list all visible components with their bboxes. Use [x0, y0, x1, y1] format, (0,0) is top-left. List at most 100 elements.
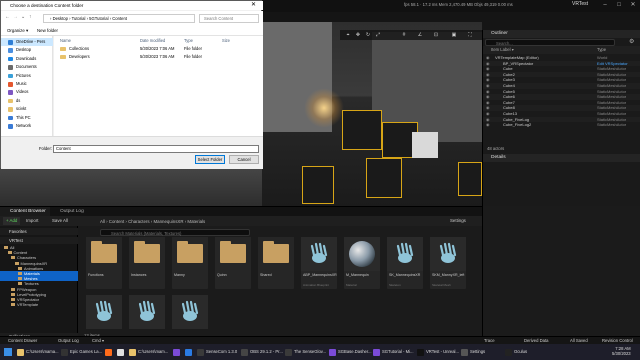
path-breadcrumb[interactable]: › Desktop › Tutorial › 5GTutorial › Cont…: [43, 14, 195, 23]
asset-tile[interactable]: SKM_MannyXR_left Skeletal Mesh: [430, 237, 466, 289]
dialog-close-icon[interactable]: ✕: [251, 1, 256, 8]
project-section[interactable]: VRTest: [0, 237, 78, 244]
taskbar-app[interactable]: Settings: [460, 346, 485, 358]
clock[interactable]: 7:28 AM 5/30/2023: [612, 346, 631, 356]
nav-item[interactable]: OneDrive - Pers: [1, 38, 53, 47]
breadcrumb-item[interactable]: 5GTutorial: [89, 16, 108, 21]
nav-item[interactable]: Pictures: [1, 72, 53, 80]
file-row[interactable]: Collections 5/30/2023 7:06 AM File folder: [54, 45, 263, 53]
select-folder-button[interactable]: Select Folder: [195, 155, 225, 164]
cb-settings-button[interactable]: Settings: [450, 217, 466, 225]
nav-item[interactable]: scivkt: [1, 105, 53, 113]
col-name[interactable]: Name: [60, 38, 71, 43]
nav-item[interactable]: Videos: [1, 88, 53, 96]
grid-snap-icon[interactable]: #: [400, 31, 408, 39]
camera-speed-icon[interactable]: ▣: [450, 31, 458, 39]
file-row[interactable]: Developers 5/30/2023 7:06 AM File folder: [54, 53, 263, 61]
nav-item[interactable]: Music: [1, 80, 53, 88]
import-button[interactable]: Import: [26, 217, 38, 225]
asset-tile[interactable]: [172, 295, 208, 329]
folder-tile[interactable]: Instances: [129, 237, 165, 289]
breadcrumb-item[interactable]: Characters: [128, 219, 149, 224]
scale-tool-icon[interactable]: ⤢: [374, 31, 382, 39]
select-mode-icon[interactable]: ⌖: [344, 31, 352, 39]
breadcrumb-item[interactable]: Materials: [187, 219, 205, 224]
breadcrumb-item[interactable]: Content: [112, 16, 127, 21]
tab-output-log[interactable]: Output Log: [50, 207, 88, 216]
visibility-icon[interactable]: ◉: [486, 122, 490, 128]
scale-snap-icon[interactable]: ⊡: [432, 31, 440, 39]
details-tab[interactable]: Details: [483, 154, 640, 162]
nav-item[interactable]: Documents: [1, 63, 53, 71]
outliner-settings-icon[interactable]: ⚙: [629, 38, 634, 45]
favorites-section[interactable]: Favorites: [0, 228, 78, 235]
folder-tile[interactable]: Shared: [258, 237, 294, 289]
nav-item[interactable]: This PC: [1, 114, 53, 122]
breadcrumb-item[interactable]: Desktop: [53, 16, 68, 21]
breadcrumb-item[interactable]: Content: [109, 219, 124, 224]
start-icon[interactable]: [4, 348, 12, 356]
organize-button[interactable]: Organize ▾: [7, 26, 28, 36]
taskbar-app[interactable]: C:\Users\mama...: [16, 346, 59, 358]
taskbar-app[interactable]: Oculus: [504, 346, 527, 358]
taskbar-app[interactable]: Epic Games La...: [60, 346, 102, 358]
taskbar-app[interactable]: VRTest - Unreal...: [416, 346, 459, 358]
taskbar-app[interactable]: [172, 346, 182, 358]
angle-snap-icon[interactable]: ∠: [416, 31, 424, 39]
asset-tile[interactable]: M_Mannequin Material: [344, 237, 380, 289]
minimize-icon[interactable]: –: [598, 0, 612, 10]
recent-icon[interactable]: ⌄: [21, 14, 25, 20]
forward-icon[interactable]: →: [13, 14, 18, 20]
nav-item[interactable]: Desktop: [1, 46, 53, 54]
nav-item[interactable]: Downloads: [1, 55, 53, 63]
col-type[interactable]: Type: [184, 38, 193, 43]
col-type[interactable]: Type: [597, 46, 606, 54]
breadcrumb-item[interactable]: Tutorial: [72, 16, 86, 21]
file-name: Developers: [69, 54, 90, 59]
back-icon[interactable]: ←: [5, 14, 10, 20]
tree-folder[interactable]: VRTemplate: [0, 302, 78, 307]
taskbar-app[interactable]: [116, 346, 126, 358]
outliner-search-input[interactable]: Search...: [485, 39, 615, 46]
rotate-tool-icon[interactable]: ↻: [364, 31, 372, 39]
taskbar-app[interactable]: SGBase.Dasher...: [328, 346, 372, 358]
asset-search-input[interactable]: Search Materials (Materials, Textures): [100, 229, 250, 236]
folder-input[interactable]: Content: [53, 145, 259, 153]
save-all-button[interactable]: Save All: [52, 217, 68, 225]
col-size[interactable]: Size: [222, 38, 230, 43]
add-button[interactable]: + Add: [3, 217, 21, 225]
col-date[interactable]: Date modified: [140, 38, 165, 43]
taskbar-app[interactable]: The SenseGlov...: [284, 346, 326, 358]
taskbar-app[interactable]: SenseCom 1.3.0: [196, 346, 237, 358]
tab-content-browser[interactable]: Content Browser: [0, 207, 50, 216]
taskbar-app[interactable]: SGTutorial - Mi...: [372, 346, 414, 358]
level-viewport[interactable]: [262, 22, 482, 206]
folder-tile[interactable]: Manny: [172, 237, 208, 289]
outliner-tab[interactable]: Outliner: [483, 30, 640, 38]
taskbar-app[interactable]: [184, 346, 194, 358]
taskbar-app[interactable]: [104, 346, 114, 358]
outliner-panel: Outliner Search... ⚙ Item Label ▾ Type ◉…: [482, 30, 640, 154]
col-item-label[interactable]: Item Label ▾: [491, 46, 514, 54]
nav-item-icon: [8, 56, 13, 62]
move-tool-icon[interactable]: ✥: [354, 31, 362, 39]
close-icon[interactable]: ✕: [626, 0, 640, 10]
outliner-row[interactable]: ◉ Cube_FiveLog2 StaticMeshActor: [483, 122, 640, 128]
asset-tile[interactable]: ABP_MannequinsXR Animation Blueprint: [301, 237, 337, 289]
up-icon[interactable]: ↑: [29, 14, 32, 20]
asset-tile[interactable]: SK_MannequinsXR Skeleton: [387, 237, 423, 289]
folder-tile[interactable]: Quinn: [215, 237, 251, 289]
cancel-button[interactable]: Cancel: [229, 155, 259, 164]
asset-tile[interactable]: [129, 295, 165, 329]
new-folder-button[interactable]: New folder: [37, 26, 58, 36]
taskbar-app[interactable]: OBS 29.1.2 - Pr...: [240, 346, 283, 358]
nav-item[interactable]: ds: [1, 97, 53, 105]
maximize-viewport-icon[interactable]: ⛶: [466, 31, 474, 39]
maximize-icon[interactable]: □: [612, 0, 626, 10]
breadcrumb-item[interactable]: MannequinsXR: [153, 219, 183, 224]
asset-tile[interactable]: [86, 295, 122, 329]
dialog-search-input[interactable]: Search Content: [199, 14, 259, 23]
taskbar-app[interactable]: C:\Users\mam...: [128, 346, 168, 358]
folder-tile[interactable]: Functions: [86, 237, 122, 289]
nav-item[interactable]: Network: [1, 122, 53, 130]
